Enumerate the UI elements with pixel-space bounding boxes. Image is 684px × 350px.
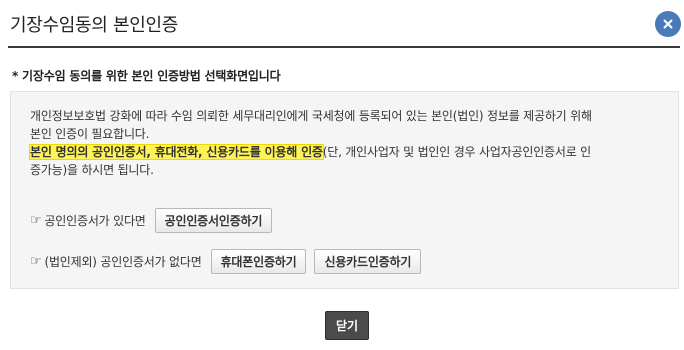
phone-auth-button[interactable]: 휴대폰인증하기 bbox=[210, 249, 307, 274]
pointing-hand-icon: ☞ bbox=[30, 213, 42, 228]
cert-option-label: 공인인증서가 있다면 bbox=[44, 214, 146, 228]
description-line-4: 증가능)을 하시면 됩니다. bbox=[30, 163, 154, 177]
description-line-3: 본인 명의의 공인인증서, 휴대전화, 신용카드를 이용해 인증(단, 개인사업… bbox=[30, 143, 660, 161]
no-cert-option-label: (법인제외) 공인인증서가 없다면 bbox=[44, 255, 202, 269]
info-box: 개인정보보호법 강화에 따라 수임 의뢰한 세무대리인에게 국세청에 등록되어 … bbox=[10, 91, 679, 289]
close-icon[interactable] bbox=[655, 11, 681, 37]
dialog-title: 기장수임동의 본인인증 bbox=[10, 15, 179, 36]
pointing-hand-icon: ☞ bbox=[30, 254, 42, 269]
description-line-2: 본인 인증이 필요합니다. bbox=[30, 127, 150, 141]
cert-option-row: ☞ 공인인증서가 있다면 공인인증서인증하기 bbox=[30, 208, 273, 233]
highlighted-text: 본인 명의의 공인인증서, 휴대전화, 신용카드를 이용해 인증 bbox=[30, 145, 323, 159]
no-cert-option-row: ☞ (법인제외) 공인인증서가 없다면 휴대폰인증하기 신용카드인증하기 bbox=[30, 249, 422, 274]
description-line-1: 개인정보보호법 강화에 따라 수임 의뢰한 세무대리인에게 국세청에 등록되어 … bbox=[30, 109, 592, 123]
auth-dialog: 기장수임동의 본인인증 * 기장수임 동의를 위한 본인 인증방법 선택화면입니… bbox=[0, 0, 684, 350]
close-button[interactable]: 닫기 bbox=[325, 311, 369, 340]
cert-auth-button[interactable]: 공인인증서인증하기 bbox=[154, 208, 273, 233]
description-line-3-rest: (단, 개인사업자 및 법인인 경우 사업자공인인증서로 인 bbox=[322, 145, 592, 159]
card-auth-button[interactable]: 신용카드인증하기 bbox=[314, 249, 422, 274]
section-subtitle: * 기장수임 동의를 위한 본인 인증방법 선택화면입니다 bbox=[12, 69, 281, 83]
dialog-header: 기장수임동의 본인인증 bbox=[8, 0, 681, 48]
description-text: 개인정보보호법 강화에 따라 수임 의뢰한 세무대리인에게 국세청에 등록되어 … bbox=[30, 107, 660, 179]
close-x-glyph bbox=[663, 19, 673, 29]
